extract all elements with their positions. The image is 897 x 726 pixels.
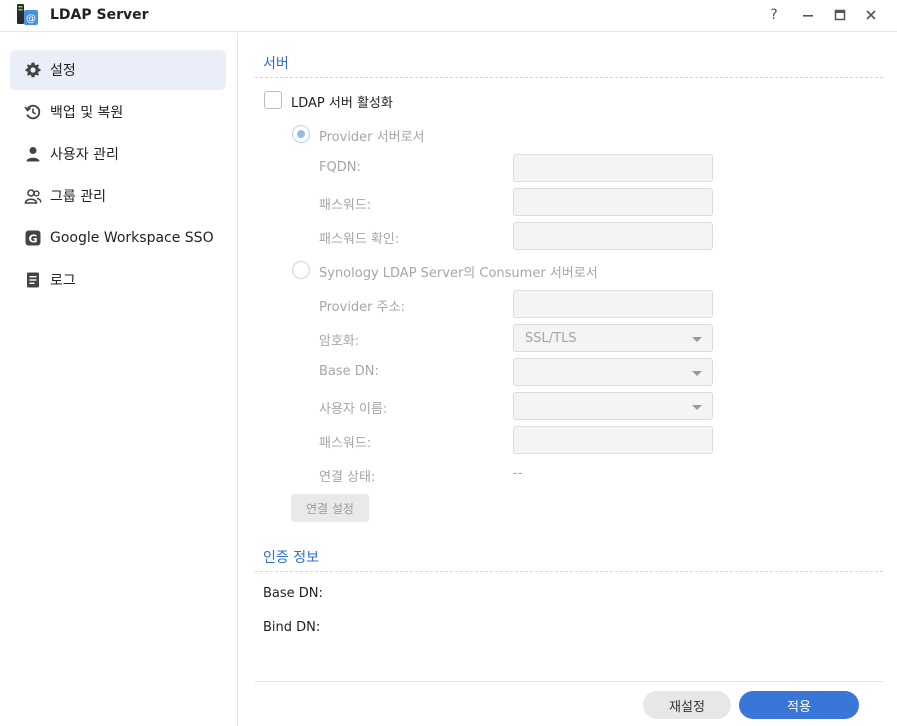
connection-settings-button[interactable]: 연결 설정 — [291, 494, 369, 522]
username-select[interactable] — [513, 392, 713, 420]
user-icon — [24, 145, 42, 163]
chevron-down-icon — [692, 371, 702, 376]
sidebar-item-label: 사용자 관리 — [50, 147, 119, 163]
window-title: LDAP Server — [50, 7, 149, 23]
sidebar-item-label: 그룹 관리 — [50, 189, 106, 205]
log-icon — [24, 271, 42, 289]
enable-ldap-checkbox[interactable] — [264, 91, 282, 109]
section-divider — [255, 571, 883, 572]
sidebar-item-google-workspace-sso[interactable]: G Google Workspace SSO — [10, 218, 226, 258]
sidebar-item-label: Google Workspace SSO — [50, 230, 214, 246]
provider-label: Provider 서버로서 — [319, 130, 425, 145]
consumer-password-label: 패스워드: — [319, 436, 372, 451]
consumer-label: Synology LDAP Server의 Consumer 서버로서 — [319, 266, 598, 281]
fqdn-input[interactable] — [513, 154, 713, 182]
sidebar-item-label: 로그 — [50, 273, 76, 289]
svg-text:G: G — [28, 232, 37, 245]
server-section-title: 서버 — [263, 56, 289, 72]
auth-section-title: 인증 정보 — [263, 550, 319, 566]
sidebar-item-user-management[interactable]: 사용자 관리 — [10, 134, 226, 174]
close-button[interactable] — [860, 4, 882, 26]
base-dn-select[interactable] — [513, 358, 713, 386]
provider-address-input[interactable] — [513, 290, 713, 318]
sidebar: 설정 백업 및 복원 사용자 관리 그룹 관리 G Google Workspa… — [0, 33, 238, 726]
consumer-password-input[interactable] — [513, 426, 713, 454]
sidebar-item-group-management[interactable]: 그룹 관리 — [10, 176, 226, 216]
confirm-password-input[interactable] — [513, 222, 713, 250]
encryption-select[interactable]: SSL/TLS — [513, 324, 713, 352]
section-divider — [255, 77, 883, 78]
svg-text:@: @ — [26, 14, 36, 25]
ldap-server-app-icon: @ — [16, 4, 40, 26]
reset-button[interactable]: 재설정 — [643, 691, 731, 719]
title-bar: @ LDAP Server ? — [0, 0, 897, 32]
fqdn-label: FQDN: — [319, 160, 361, 175]
help-button[interactable]: ? — [763, 4, 785, 26]
password-input[interactable] — [513, 188, 713, 216]
gear-icon — [24, 61, 42, 79]
encryption-value: SSL/TLS — [525, 331, 577, 346]
consumer-radio[interactable] — [292, 261, 310, 279]
apply-button[interactable]: 적용 — [739, 691, 859, 719]
auth-bind-dn-label: Bind DN: — [263, 620, 321, 635]
maximize-button[interactable] — [829, 4, 851, 26]
maximize-icon — [834, 9, 846, 21]
sidebar-item-label: 설정 — [50, 63, 76, 79]
base-dn-label: Base DN: — [319, 364, 379, 379]
footer-divider — [255, 681, 883, 682]
enable-ldap-label: LDAP 서버 활성화 — [291, 96, 393, 111]
chevron-down-icon — [692, 405, 702, 410]
connection-status-label: 연결 상태: — [319, 470, 376, 485]
provider-address-label: Provider 주소: — [319, 300, 405, 315]
confirm-password-label: 패스워드 확인: — [319, 232, 400, 247]
group-icon — [24, 187, 42, 205]
chevron-down-icon — [692, 337, 702, 342]
password-label: 패스워드: — [319, 198, 372, 213]
minimize-icon — [803, 15, 813, 17]
google-g-icon: G — [24, 229, 42, 247]
auth-base-dn-label: Base DN: — [263, 586, 323, 601]
connection-status-value: -- — [513, 466, 523, 481]
close-icon — [866, 10, 876, 20]
sidebar-item-backup-restore[interactable]: 백업 및 복원 — [10, 92, 226, 132]
sidebar-item-log[interactable]: 로그 — [10, 260, 226, 300]
history-icon — [24, 103, 42, 121]
provider-radio[interactable] — [292, 125, 310, 143]
encryption-label: 암호화: — [319, 334, 360, 349]
sidebar-item-settings[interactable]: 설정 — [10, 50, 226, 90]
minimize-button[interactable] — [797, 4, 819, 26]
username-label: 사용자 이름: — [319, 402, 388, 417]
sidebar-item-label: 백업 및 복원 — [50, 105, 124, 121]
